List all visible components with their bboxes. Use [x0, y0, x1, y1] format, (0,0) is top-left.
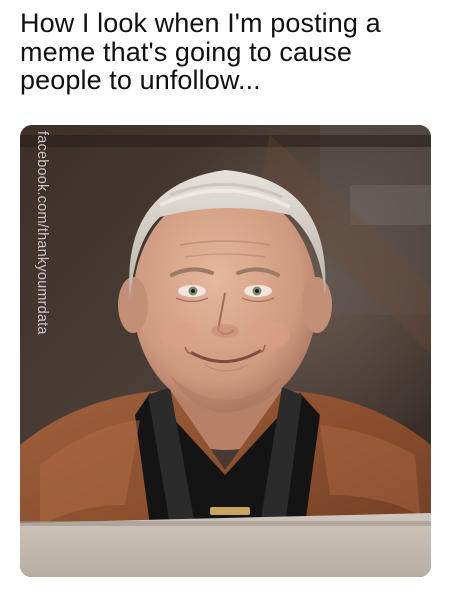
meme-caption: How I look when I'm posting a meme that'…: [20, 8, 381, 95]
portrait-illustration: [20, 125, 431, 577]
watermark-text: facebook.com/thankyoumrdata: [34, 131, 50, 335]
meme-photo: [20, 125, 431, 577]
face: [133, 188, 317, 412]
meme-post: How I look when I'm posting a meme that'…: [0, 0, 451, 599]
